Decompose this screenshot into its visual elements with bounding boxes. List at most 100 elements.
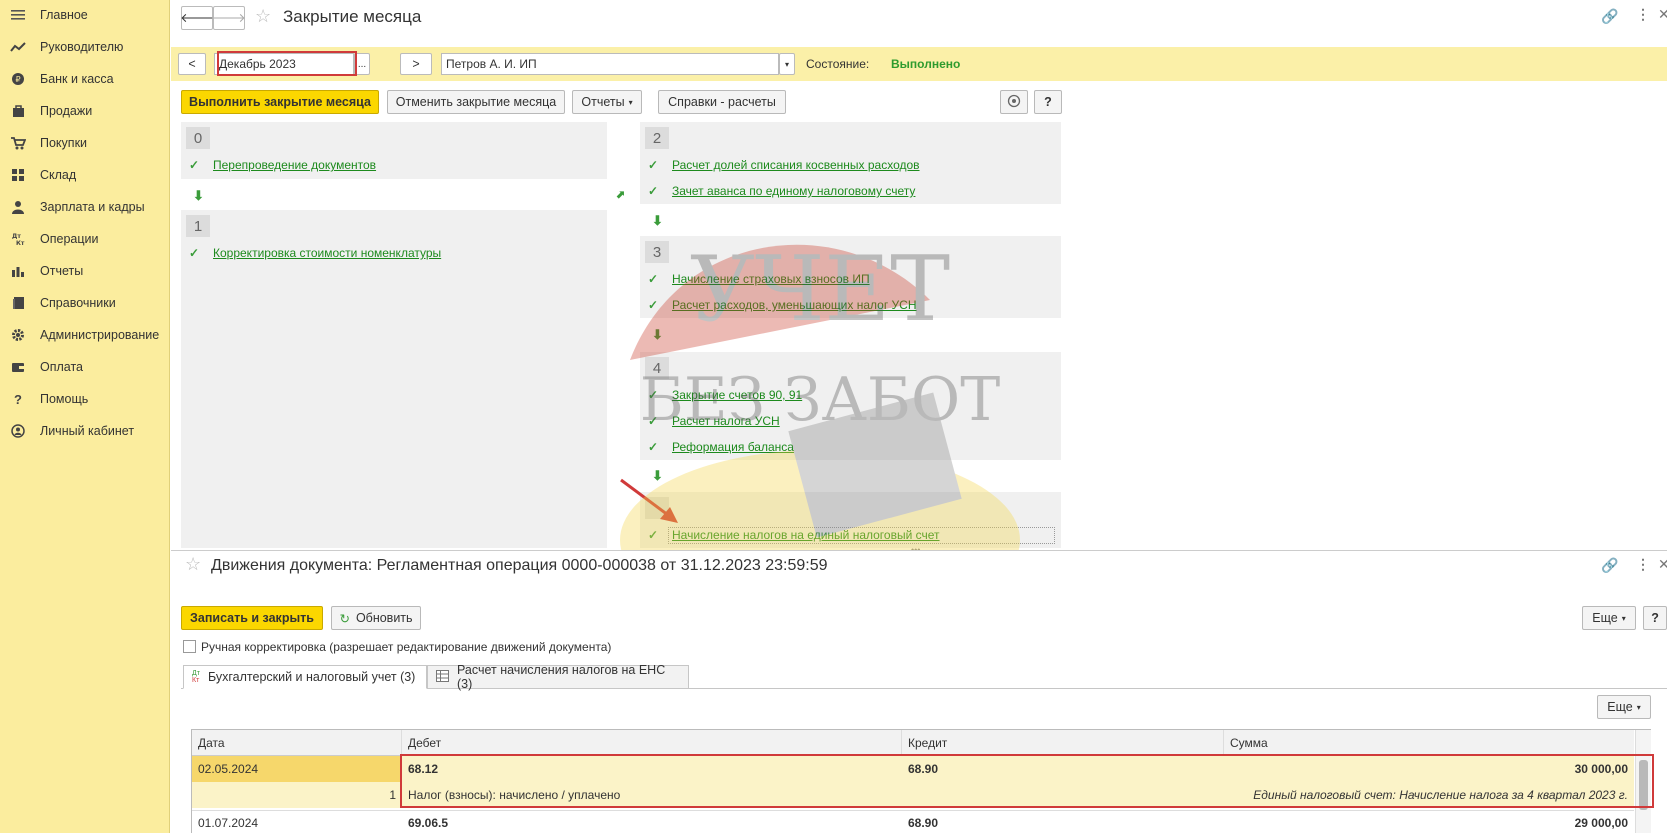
grid-more-button[interactable]: Еще ▾ xyxy=(1597,695,1651,719)
check-icon: ✓ xyxy=(648,272,659,286)
step-link[interactable]: Расчет расходов, уменьшающих налог УСН xyxy=(672,298,917,312)
tab-label: Бухгалтерский и налоговый учет (3) xyxy=(207,670,416,684)
run-closing-button[interactable]: Выполнить закрытие месяца xyxy=(181,90,379,114)
dt-kt-icon: Дт Кт xyxy=(10,231,26,247)
sidebar-item-manager[interactable]: Руководителю xyxy=(0,32,170,62)
step-link[interactable]: Перепроведение документов xyxy=(213,158,376,172)
sidebar-item-references[interactable]: Справочники xyxy=(0,288,170,318)
arrow-down-icon: ⬇ xyxy=(193,188,204,203)
step-link[interactable]: Расчет долей списания косвенных расходов xyxy=(672,158,920,172)
refresh-button[interactable]: ↻ Обновить xyxy=(331,606,421,630)
link-icon[interactable]: 🔗 xyxy=(1601,557,1618,574)
annotation-arrow-icon xyxy=(620,478,678,523)
sidebar-item-payment[interactable]: Оплата xyxy=(0,352,170,382)
sidebar-item-sales[interactable]: Продажи xyxy=(0,96,170,126)
step-link[interactable]: Начисление налогов на единый налоговый с… xyxy=(672,528,940,542)
column-header-sum[interactable]: Сумма xyxy=(1224,730,1634,756)
sidebar-item-account[interactable]: Личный кабинет xyxy=(0,416,170,446)
sidebar-item-bank[interactable]: ₽ Банк и касса xyxy=(0,64,170,94)
menu-icon xyxy=(10,7,26,23)
state-label: Состояние: xyxy=(806,57,870,71)
sidebar-item-label: Зарплата и кадры xyxy=(40,200,145,214)
sidebar-item-warehouse[interactable]: Склад xyxy=(0,160,170,190)
sidebar-item-main[interactable]: Главное xyxy=(0,0,170,30)
table-row[interactable]: 02.05.2024 68.12 68.90 30 000,00 1 Налог… xyxy=(192,756,1634,808)
sidebar-item-label: Справочники xyxy=(40,296,116,310)
reports-button[interactable]: Отчеты ▾ xyxy=(572,90,642,114)
cell-sum: 30 000,00 xyxy=(1574,762,1628,776)
period-input[interactable]: Декабрь 2023 xyxy=(214,53,354,75)
favorite-star-icon[interactable]: ☆ xyxy=(185,554,201,575)
refresh-icon: ↻ xyxy=(339,611,350,626)
cell-content: Налог (взносы): начислено / уплачено xyxy=(408,788,621,802)
sidebar: Главное Руководителю ₽ Банк и касса Прод… xyxy=(0,0,170,833)
period-bar: < Декабрь 2023 ... > Петров А. И. ИП ▾ С… xyxy=(171,47,1667,81)
cell-debit: 69.06.5 xyxy=(408,816,449,830)
link-icon[interactable]: 🔗 xyxy=(1601,8,1618,25)
sidebar-item-label: Помощь xyxy=(40,392,89,406)
organization-dropdown[interactable]: ▾ xyxy=(779,53,795,75)
step-number: 2 xyxy=(645,127,669,149)
sidebar-item-reports[interactable]: Отчеты xyxy=(0,256,170,286)
sidebar-item-label: Продажи xyxy=(40,104,93,118)
step-number: 0 xyxy=(186,127,210,149)
refresh-label: Обновить xyxy=(355,611,413,625)
step-5: ✓ Начисление налогов на единый налоговый… xyxy=(640,492,1061,548)
close-icon[interactable]: ✕ xyxy=(1658,556,1667,573)
more-label: Еще xyxy=(1592,611,1618,625)
check-icon: ✓ xyxy=(648,528,659,542)
column-header-date[interactable]: Дата xyxy=(192,730,402,756)
table-icon xyxy=(436,669,449,685)
favorite-star-icon[interactable]: ☆ xyxy=(255,6,271,27)
help-button[interactable]: ? xyxy=(1643,606,1667,630)
check-icon: ✓ xyxy=(648,440,659,454)
column-header-credit[interactable]: Кредит xyxy=(902,730,1224,756)
more-button[interactable]: Еще ▾ xyxy=(1582,606,1636,630)
chevron-down-icon: ▾ xyxy=(784,59,789,69)
coin-icon: ₽ xyxy=(10,71,26,87)
help-button[interactable]: ? xyxy=(1034,90,1062,114)
cart-icon xyxy=(10,135,26,151)
sidebar-item-purchases[interactable]: Покупки xyxy=(0,128,170,158)
cancel-closing-button[interactable]: Отменить закрытие месяца xyxy=(387,90,565,114)
cell-debit: 68.12 xyxy=(408,762,439,776)
close-icon[interactable]: ✕ xyxy=(1658,6,1667,23)
settings-button[interactable] xyxy=(1000,90,1028,114)
period-next-button[interactable]: > xyxy=(400,53,432,75)
table-scrollbar[interactable] xyxy=(1635,730,1651,833)
period-prev-button[interactable]: < xyxy=(178,53,206,75)
cell-credit: 68.90 xyxy=(908,816,939,830)
more-vertical-icon[interactable]: ⋮ xyxy=(1636,556,1650,573)
step-link[interactable]: Расчет налога УСН xyxy=(672,414,780,428)
step-link[interactable]: Реформация баланса xyxy=(672,440,794,454)
app-window: Главное Руководителю ₽ Банк и касса Прод… xyxy=(0,0,1667,833)
arrow-down-icon: ⬇ xyxy=(652,213,663,228)
back-button[interactable]: 🡐 xyxy=(180,6,214,30)
sidebar-item-salary[interactable]: Зарплата и кадры xyxy=(0,192,170,222)
tab-accounting[interactable]: Дт Кт Бухгалтерский и налоговый учет (3) xyxy=(183,665,427,689)
sidebar-item-help[interactable]: ? Помощь xyxy=(0,384,170,414)
save-close-button[interactable]: Записать и закрыть xyxy=(181,606,323,630)
period-picker-button[interactable]: ... xyxy=(354,53,370,75)
step-link[interactable]: Корректировка стоимости номенклатуры xyxy=(213,246,441,260)
chevron-down-icon: ▾ xyxy=(628,97,633,107)
table-row[interactable]: 01.07.2024 69.06.5 68.90 29 000,00 xyxy=(192,810,1634,833)
step-link[interactable]: Начисление страховых взносов ИП xyxy=(672,272,870,286)
check-icon: ✓ xyxy=(189,246,200,260)
manual-checkbox[interactable] xyxy=(183,640,196,653)
check-icon: ✓ xyxy=(648,298,659,312)
sidebar-item-admin[interactable]: Администрирование xyxy=(0,320,170,350)
step-link[interactable]: Зачет аванса по единому налоговому счету xyxy=(672,184,915,198)
column-header-debit[interactable]: Дебет xyxy=(402,730,902,756)
sidebar-item-operations[interactable]: Дт Кт Операции xyxy=(0,224,170,254)
tab-ens[interactable]: Расчет начисления налогов на ЕНС (3) xyxy=(427,663,689,691)
organization-input[interactable]: Петров А. И. ИП xyxy=(441,53,779,75)
refs-button[interactable]: Справки - расчеты xyxy=(658,90,786,114)
forward-button[interactable]: 🡒 xyxy=(212,6,246,30)
more-vertical-icon[interactable]: ⋮ xyxy=(1636,6,1650,23)
arrow-right-icon: 🡒 xyxy=(212,10,246,25)
book-icon xyxy=(10,295,26,311)
scrollbar-thumb[interactable] xyxy=(1639,760,1648,810)
cell-date: 01.07.2024 xyxy=(198,816,259,830)
step-link[interactable]: Закрытие счетов 90, 91 xyxy=(672,388,802,402)
